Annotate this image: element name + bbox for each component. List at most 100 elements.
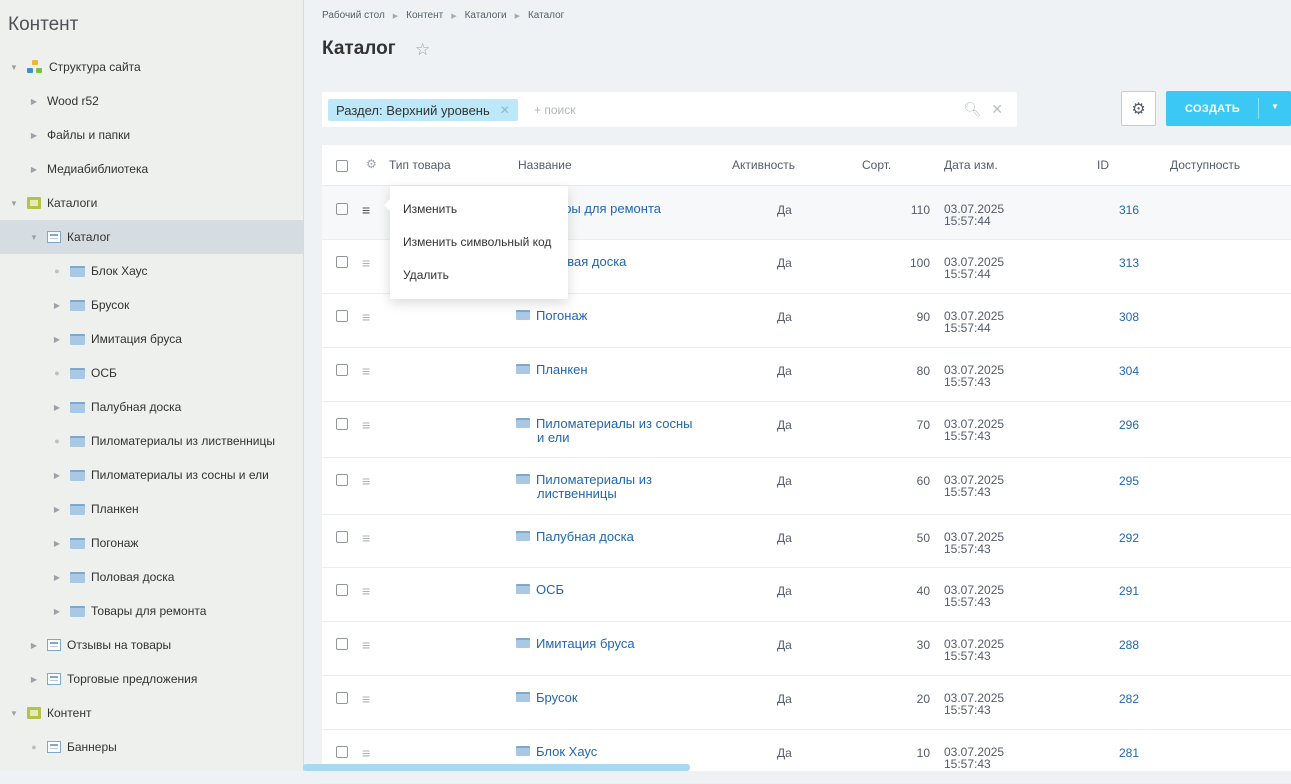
expand-icon[interactable]: ▶ <box>29 131 39 140</box>
bullet-icon[interactable]: ● <box>52 266 62 276</box>
row-id[interactable]: 313 <box>1119 256 1139 270</box>
create-button[interactable]: СОЗДАТЬ ▼ <box>1166 91 1291 126</box>
star-icon[interactable]: ☆ <box>415 40 430 60</box>
select-all-checkbox[interactable] <box>336 160 348 172</box>
table-row[interactable]: ≡ Погонаж Да 90 03.07.2025 15:57:44 308 <box>322 293 1291 348</box>
row-id[interactable]: 288 <box>1119 638 1139 652</box>
table-row[interactable]: ≡ Блок Хаус Да 10 03.07.2025 15:57:43 281 <box>322 729 1291 784</box>
row-checkbox[interactable] <box>336 256 348 268</box>
menu-item-delete[interactable]: Удалить <box>403 268 449 282</box>
row-menu-icon[interactable]: ≡ <box>362 256 370 270</box>
sidebar-item[interactable]: ▶ Отзывы на товары <box>0 628 303 662</box>
row-id[interactable]: 281 <box>1119 746 1139 760</box>
sidebar-item[interactable]: ▶ Половая доска <box>0 560 303 594</box>
row-checkbox[interactable] <box>336 418 348 430</box>
sidebar-item[interactable]: ▼ Каталог <box>0 220 303 254</box>
row-name-link[interactable]: Имитация бруса <box>516 637 635 651</box>
clear-icon[interactable]: ✕ <box>991 101 1003 117</box>
table-row[interactable]: ≡ Имитация бруса Да 30 03.07.2025 15:57:43 288 <box>322 621 1291 676</box>
expand-icon[interactable]: ▶ <box>29 165 39 174</box>
menu-item-edit-code[interactable]: Изменить символьный код <box>403 235 551 249</box>
row-name-link[interactable]: ОСБ <box>516 583 564 597</box>
breadcrumb-item[interactable]: Каталоги <box>465 10 507 21</box>
expand-icon[interactable]: ▶ <box>29 675 39 684</box>
row-menu-icon[interactable]: ≡ <box>362 474 370 488</box>
collapse-icon[interactable]: ▼ <box>9 199 19 208</box>
expand-icon[interactable]: ▶ <box>52 505 62 514</box>
table-row[interactable]: ≡ Палубная доска Да 50 03.07.2025 15:57:43 292 <box>322 514 1291 568</box>
sidebar-item[interactable]: ▶ Планкен <box>0 492 303 526</box>
row-checkbox[interactable] <box>336 584 348 596</box>
sidebar-item[interactable]: ● ОСБ <box>0 356 303 390</box>
column-header-availability[interactable]: Доступность <box>1170 158 1240 172</box>
sidebar-item[interactable]: ▶ Погонаж <box>0 526 303 560</box>
expand-icon[interactable]: ▶ <box>52 301 62 310</box>
collapse-icon[interactable]: ▼ <box>29 233 39 242</box>
row-checkbox[interactable] <box>336 692 348 704</box>
gear-icon[interactable]: ⚙ <box>366 157 377 171</box>
row-name-link[interactable]: Пиломатериалы из лиственницы <box>516 473 652 501</box>
row-checkbox[interactable] <box>336 364 348 376</box>
sidebar-item[interactable]: ▶ Медиабиблиотека <box>0 152 303 186</box>
breadcrumb-item[interactable]: Рабочий стол <box>322 10 385 21</box>
row-menu-icon[interactable]: ≡ <box>362 418 370 432</box>
table-row[interactable]: ≡ ОСБ Да 40 03.07.2025 15:57:43 291 <box>322 567 1291 622</box>
row-id[interactable]: 304 <box>1119 364 1139 378</box>
filter-search-box[interactable]: Раздел: Верхний уровень ✕ + поиск 🔍︎ ✕ <box>322 92 1017 127</box>
search-input[interactable]: + поиск <box>534 103 575 117</box>
sidebar-item[interactable]: ● Баннеры <box>0 730 303 764</box>
sidebar-item[interactable]: ▶ Брусок <box>0 288 303 322</box>
row-id[interactable]: 316 <box>1119 203 1139 217</box>
sidebar-item[interactable]: ▶ Палубная доска <box>0 390 303 424</box>
sidebar-item[interactable]: ▶ Товары для ремонта <box>0 594 303 628</box>
row-checkbox[interactable] <box>336 638 348 650</box>
table-row[interactable]: ≡ Пиломатериалы из лиственницы Да 60 03.07.20… <box>322 457 1291 515</box>
sidebar-item[interactable]: ▶ Торговые предложения <box>0 662 303 696</box>
row-checkbox[interactable] <box>336 531 348 543</box>
expand-icon[interactable]: ▶ <box>52 573 62 582</box>
expand-icon[interactable]: ▶ <box>52 471 62 480</box>
row-menu-icon[interactable]: ≡ <box>362 584 370 598</box>
row-menu-icon[interactable]: ≡ <box>362 531 370 545</box>
sidebar-item[interactable]: ▶ Пиломатериалы из сосны и ели <box>0 458 303 492</box>
column-header-sort[interactable]: Сорт. <box>862 158 891 172</box>
column-header-type[interactable]: Тип товара <box>389 158 451 172</box>
close-icon[interactable]: ✕ <box>500 103 510 117</box>
row-menu-icon[interactable]: ≡ <box>362 310 370 324</box>
row-checkbox[interactable] <box>336 310 348 322</box>
settings-button[interactable]: ⚙ <box>1121 91 1156 126</box>
sidebar-item[interactable]: ● Пиломатериалы из лиственницы <box>0 424 303 458</box>
row-menu-icon[interactable]: ≡ <box>362 746 370 760</box>
table-row[interactable]: ≡ Пиломатериалы из сосны и ели Да 70 03.07.20… <box>322 401 1291 458</box>
row-checkbox[interactable] <box>336 203 348 215</box>
column-header-active[interactable]: Активность <box>732 158 795 172</box>
bullet-icon[interactable]: ● <box>29 742 39 752</box>
row-name-link[interactable]: Брусок <box>516 691 578 705</box>
row-id[interactable]: 308 <box>1119 310 1139 324</box>
row-id[interactable]: 296 <box>1119 418 1139 432</box>
row-checkbox[interactable] <box>336 746 348 758</box>
bullet-icon[interactable]: ● <box>52 368 62 378</box>
column-header-name[interactable]: Название <box>518 158 572 172</box>
row-id[interactable]: 295 <box>1119 474 1139 488</box>
row-menu-icon[interactable]: ≡ <box>362 203 370 217</box>
column-header-id[interactable]: ID <box>1097 158 1109 172</box>
row-name-link[interactable]: Пиломатериалы из сосны и ели <box>516 417 692 445</box>
sidebar-item[interactable]: ▶ Имитация бруса <box>0 322 303 356</box>
sidebar-item[interactable]: ● Блок Хаус <box>0 254 303 288</box>
sidebar-item[interactable]: ● <box>0 764 303 771</box>
row-menu-icon[interactable]: ≡ <box>362 364 370 378</box>
row-name-link[interactable]: Блок Хаус <box>516 745 597 759</box>
filter-chip[interactable]: Раздел: Верхний уровень ✕ <box>328 99 518 121</box>
expand-icon[interactable]: ▶ <box>29 97 39 106</box>
chevron-down-icon[interactable]: ▼ <box>1271 102 1279 111</box>
sidebar-item[interactable]: ▶ Файлы и папки <box>0 118 303 152</box>
expand-icon[interactable]: ▶ <box>52 403 62 412</box>
row-id[interactable]: 282 <box>1119 692 1139 706</box>
breadcrumb-item[interactable]: Контент <box>406 10 443 21</box>
menu-item-edit[interactable]: Изменить <box>403 202 457 216</box>
sidebar-item[interactable]: ▼ Каталоги <box>0 186 303 220</box>
expand-icon[interactable]: ▶ <box>29 641 39 650</box>
expand-icon[interactable]: ▶ <box>52 539 62 548</box>
row-name-link[interactable]: Палубная доска <box>516 530 634 544</box>
